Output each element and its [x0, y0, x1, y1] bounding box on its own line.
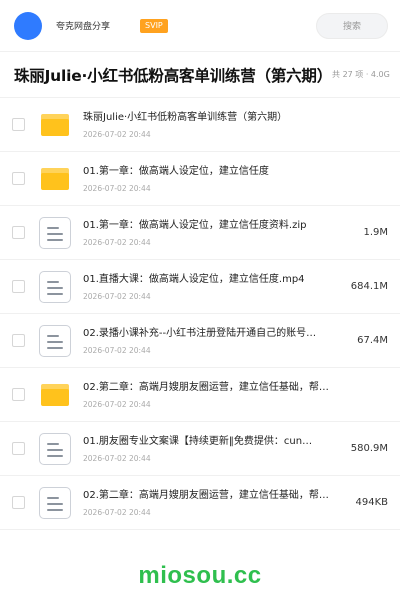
- folder-icon: [39, 109, 71, 141]
- item-checkbox[interactable]: [12, 118, 25, 131]
- document-icon: [39, 486, 71, 519]
- item-checkbox[interactable]: [12, 442, 25, 455]
- folder-icon: [39, 163, 71, 195]
- item-checkbox[interactable]: [12, 172, 25, 185]
- item-date: 2026-07-02 20:44: [83, 291, 151, 301]
- svip-badge: SVIP: [140, 18, 168, 33]
- list-item[interactable]: 02.录播小课补充--小红书注册登陆开通自己的账号… 2026-07-02 20…: [0, 314, 400, 368]
- item-date: 2026-07-02 20:44: [83, 183, 151, 193]
- item-size: 494KB: [355, 497, 388, 508]
- item-date: 2026-07-02 20:44: [83, 237, 151, 247]
- document-icon: [39, 324, 71, 357]
- item-name: 02.第二章：高端月嫂朋友圈运营，建立信任基础，帮…: [83, 381, 329, 393]
- file-list: 珠丽Julie·小红书低粉高客单训练营（第六期） 2026-07-02 20:4…: [0, 98, 400, 530]
- search-placeholder: 搜索: [342, 22, 361, 32]
- item-name: 02.第二章：高端月嫂朋友圈运营，建立信任基础，帮…: [83, 489, 329, 501]
- list-item[interactable]: 02.第二章：高端月嫂朋友圈运营，建立信任基础，帮… 2026-07-02 20…: [0, 368, 400, 422]
- folder-meta: 共 27 项 · 4.0G: [332, 70, 390, 79]
- item-checkbox[interactable]: [12, 226, 25, 239]
- search-input[interactable]: 搜索: [316, 12, 388, 39]
- list-item[interactable]: 01.直播大课：做高端人设定位，建立信任度.mp4 2026-07-02 20:…: [0, 260, 400, 314]
- item-name: 01.第一章：做高端人设定位，建立信任度资料.zip: [83, 219, 307, 231]
- item-date: 2026-07-02 20:44: [83, 345, 151, 355]
- item-name: 01.直播大课：做高端人设定位，建立信任度.mp4: [83, 273, 305, 285]
- item-checkbox[interactable]: [12, 388, 25, 401]
- item-size: 67.4M: [357, 335, 388, 346]
- item-checkbox[interactable]: [12, 280, 25, 293]
- page-title: 珠丽Julie·小红书低粉高客单训练营（第六期）: [14, 66, 333, 85]
- folder-title-bar: 珠丽Julie·小红书低粉高客单训练营（第六期） 共 27 项 · 4.0G: [0, 52, 400, 98]
- app-header: 夸克网盘分享 SVIP 搜索: [0, 0, 400, 52]
- list-item[interactable]: 珠丽Julie·小红书低粉高客单训练营（第六期） 2026-07-02 20:4…: [0, 98, 400, 152]
- item-name: 02.录播小课补充--小红书注册登陆开通自己的账号…: [83, 327, 317, 339]
- item-date: 2026-07-02 20:44: [83, 399, 151, 409]
- item-name: 珠丽Julie·小红书低粉高客单训练营（第六期）: [83, 111, 288, 123]
- user-name: 夸克网盘分享: [56, 22, 111, 32]
- folder-icon: [39, 379, 71, 411]
- item-date: 2026-07-02 20:44: [83, 129, 151, 139]
- document-icon: [39, 432, 71, 465]
- list-item[interactable]: 01.第一章：做高端人设定位，建立信任度资料.zip 2026-07-02 20…: [0, 206, 400, 260]
- item-date: 2026-07-02 20:44: [83, 453, 151, 463]
- item-size: 580.9M: [350, 443, 388, 454]
- list-item[interactable]: 01.第一章：做高端人设定位，建立信任度 2026-07-02 20:44: [0, 152, 400, 206]
- item-size: 684.1M: [350, 281, 388, 292]
- item-date: 2026-07-02 20:44: [83, 507, 151, 517]
- item-name: 01.第一章：做高端人设定位，建立信任度: [83, 165, 269, 177]
- document-icon: [39, 270, 71, 303]
- item-checkbox[interactable]: [12, 334, 25, 347]
- document-icon: [39, 216, 71, 249]
- item-name: 01.朋友圈专业文案课【持续更新‖免费提供：cun…: [83, 435, 313, 447]
- list-item[interactable]: 02.第二章：高端月嫂朋友圈运营，建立信任基础，帮… 2026-07-02 20…: [0, 476, 400, 530]
- avatar[interactable]: [14, 11, 42, 40]
- item-checkbox[interactable]: [12, 496, 25, 509]
- watermark: miosou.cc: [138, 562, 262, 589]
- list-item[interactable]: 01.朋友圈专业文案课【持续更新‖免费提供：cun… 2026-07-02 20…: [0, 422, 400, 476]
- item-size: 1.9M: [363, 227, 388, 238]
